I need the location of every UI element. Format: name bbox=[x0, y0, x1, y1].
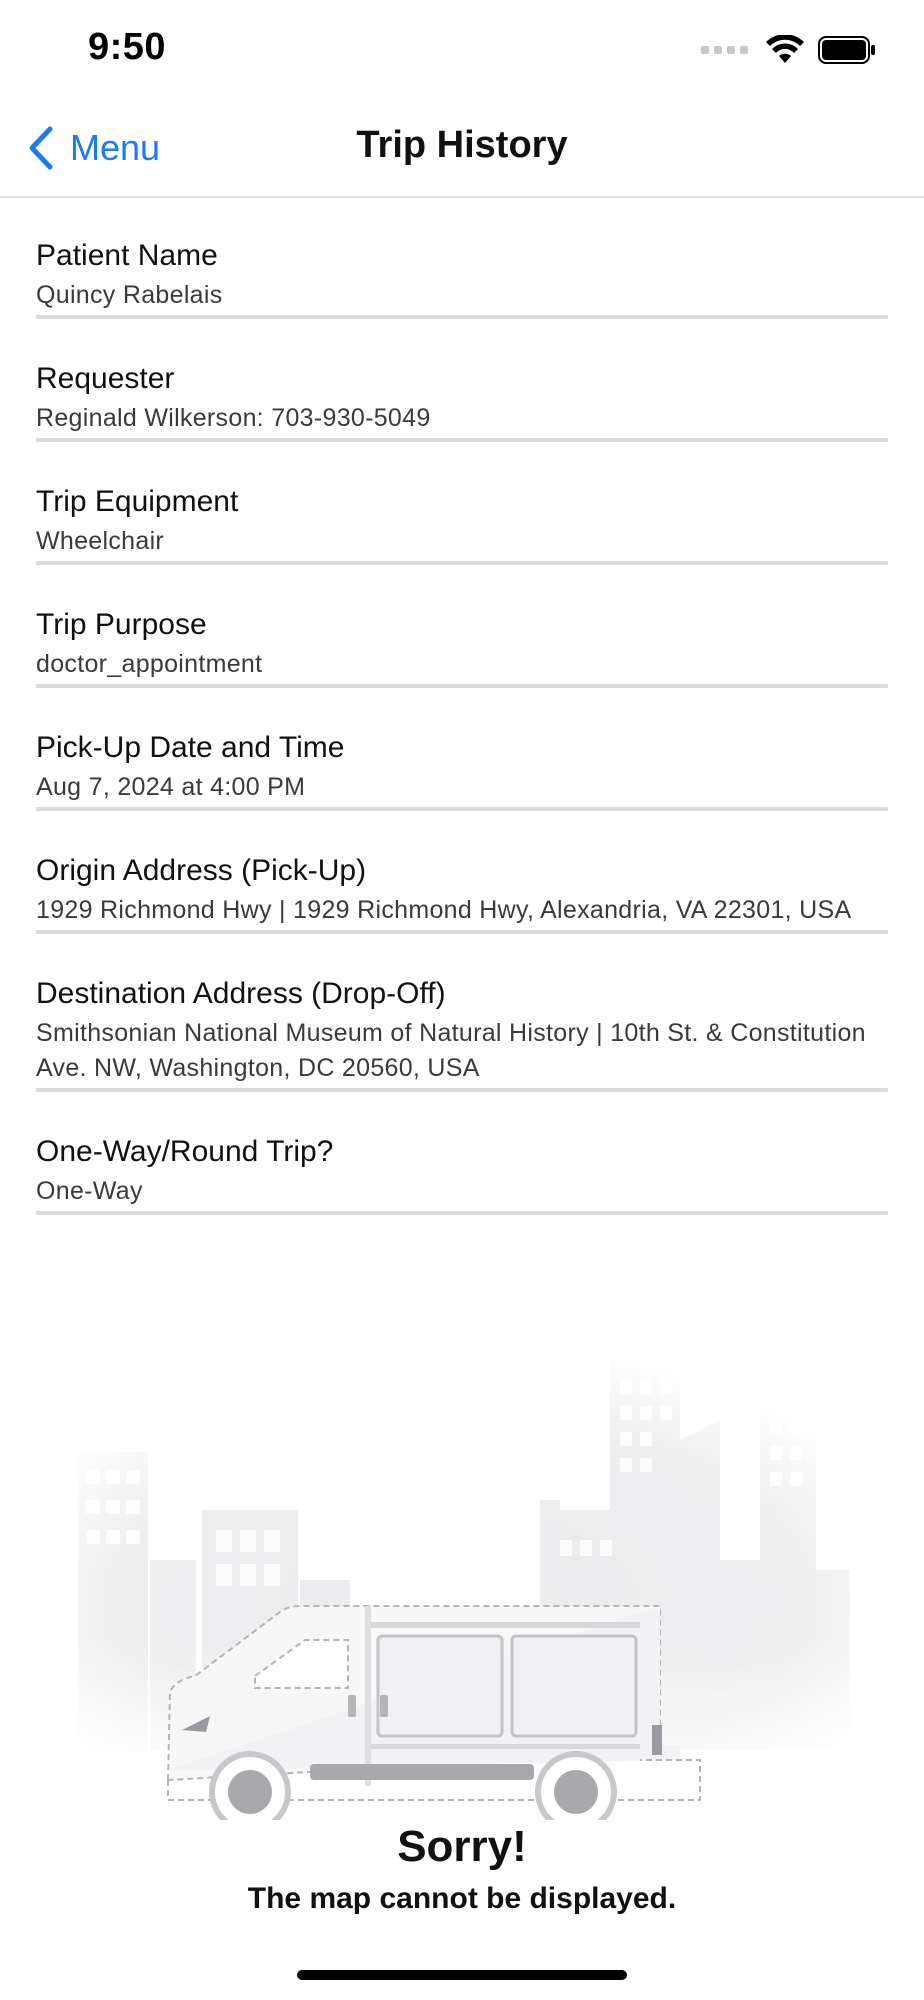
field-requester: Requester Reginald Wilkerson: 703-930-50… bbox=[36, 319, 888, 442]
battery-icon bbox=[818, 36, 875, 64]
field-trip-purpose: Trip Purpose doctor_appointment bbox=[36, 565, 888, 688]
field-trip-type: One-Way/Round Trip? One-Way bbox=[36, 1092, 888, 1215]
status-icons bbox=[701, 32, 876, 68]
field-label: Requester bbox=[36, 362, 175, 395]
page-title: Trip History bbox=[356, 124, 568, 166]
field-label: Trip Purpose bbox=[36, 608, 207, 641]
field-value: Aug 7, 2024 at 4:00 PM bbox=[36, 773, 306, 801]
field-trip-equipment: Trip Equipment Wheelchair bbox=[36, 442, 888, 565]
field-value: Smithsonian National Museum of Natural H… bbox=[36, 1019, 866, 1082]
cellular-signal-icon bbox=[701, 46, 748, 54]
wifi-icon bbox=[766, 35, 804, 63]
field-label: Trip Equipment bbox=[36, 485, 239, 518]
home-indicator[interactable] bbox=[297, 1970, 627, 1980]
field-label: Destination Address (Drop-Off) bbox=[36, 977, 446, 1010]
field-label: Pick-Up Date and Time bbox=[36, 731, 345, 764]
field-divider bbox=[36, 1211, 888, 1215]
field-label: One-Way/Round Trip? bbox=[36, 1135, 334, 1168]
field-label: Origin Address (Pick-Up) bbox=[36, 854, 367, 887]
field-value: Quincy Rabelais bbox=[36, 281, 223, 309]
field-value: doctor_appointment bbox=[36, 650, 263, 678]
van-city-illustration bbox=[20, 1340, 900, 1820]
field-label: Patient Name bbox=[36, 239, 218, 272]
navigation-bar: Menu Trip History bbox=[0, 100, 924, 198]
trip-details-list: Patient Name Quincy Rabelais Requester R… bbox=[36, 196, 888, 1215]
field-value: 1929 Richmond Hwy | 1929 Richmond Hwy, A… bbox=[36, 896, 852, 924]
field-destination-address: Destination Address (Drop-Off) Smithsoni… bbox=[36, 934, 888, 1092]
field-value: One-Way bbox=[36, 1177, 143, 1205]
field-value: Wheelchair bbox=[36, 527, 165, 555]
field-value: Reginald Wilkerson: 703-930-5049 bbox=[36, 404, 431, 432]
field-pickup-datetime: Pick-Up Date and Time Aug 7, 2024 at 4:0… bbox=[36, 688, 888, 811]
map-error-message: The map cannot be displayed. bbox=[247, 1882, 677, 1915]
field-origin-address: Origin Address (Pick-Up) 1929 Richmond H… bbox=[36, 811, 888, 934]
field-patient-name: Patient Name Quincy Rabelais bbox=[36, 196, 888, 319]
status-bar: 9:50 bbox=[0, 0, 924, 100]
map-error-title: Sorry! bbox=[397, 1822, 527, 1871]
status-time: 9:50 bbox=[88, 26, 167, 68]
